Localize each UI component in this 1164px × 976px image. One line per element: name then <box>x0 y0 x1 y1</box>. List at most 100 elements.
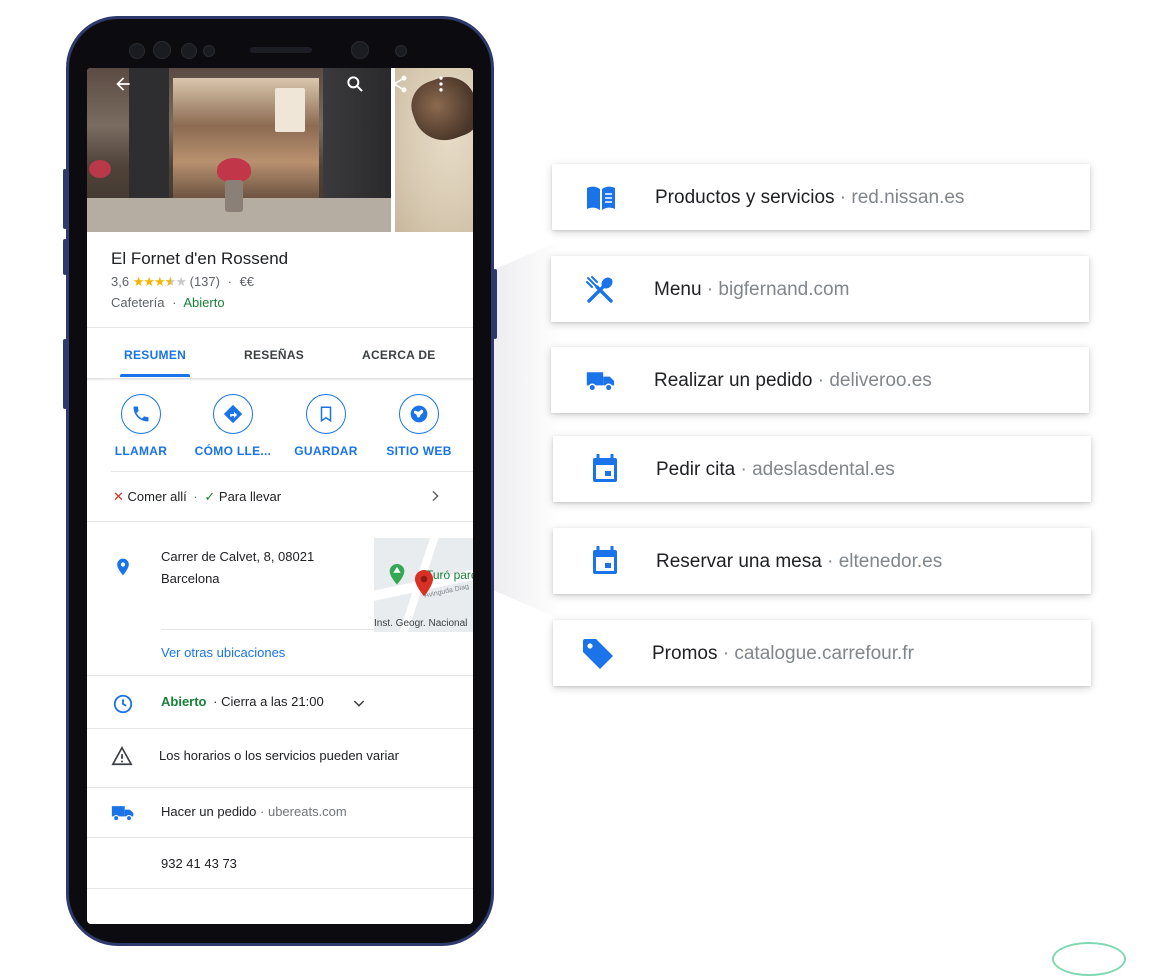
separator: · <box>172 295 177 310</box>
card-separator: · <box>839 187 847 208</box>
divider <box>87 787 473 788</box>
map-thumbnail[interactable]: Turó parc Avinguda Diag Inst. Geogr. Nac… <box>374 538 473 632</box>
back-arrow-icon[interactable] <box>113 74 133 98</box>
save-label: GUARDAR <box>294 444 358 458</box>
card-productos-servicios[interactable]: Productos y servicios · red.nissan.es <box>552 164 1090 230</box>
card-domain: bigfernand.com <box>718 279 850 300</box>
front-camera <box>351 41 369 59</box>
divider <box>87 521 473 522</box>
flower-pot <box>217 158 251 182</box>
tag-icon <box>581 637 613 669</box>
park-marker-icon <box>388 564 406 591</box>
power-button <box>493 269 497 339</box>
tab-resenas[interactable]: RESEÑAS <box>244 348 304 362</box>
card-title: Menu <box>654 279 702 300</box>
sensor-dot <box>181 43 197 59</box>
divider <box>161 629 374 630</box>
rating-row: 3,6 ★★★★ ★ ★ (137) · €€ <box>111 274 254 290</box>
directions-icon <box>213 394 253 434</box>
star-rating-icon: ★★★★ ★ ★ <box>132 274 187 289</box>
chevron-down-icon[interactable] <box>351 695 367 716</box>
website-label: SITIO WEB <box>386 444 452 458</box>
hours-row[interactable]: Abierto · Cierra a las 21:00 <box>161 694 324 709</box>
divider <box>87 728 473 729</box>
more-vert-icon[interactable] <box>431 74 451 98</box>
calendar-icon <box>591 545 617 574</box>
speaker-grille <box>250 47 312 53</box>
chevron-right-icon[interactable] <box>427 488 443 509</box>
card-title: Pedir cita <box>656 459 736 480</box>
card-domain: eltenedor.es <box>838 551 943 572</box>
address-line1[interactable]: Carrer de Calvet, 8, 08021 <box>161 549 314 564</box>
card-domain: red.nissan.es <box>851 187 965 208</box>
card-domain: catalogue.carrefour.fr <box>734 643 914 664</box>
directions-label: CÓMO LLE... <box>194 444 272 458</box>
directions-button[interactable]: CÓMO LLE... <box>188 394 278 458</box>
card-promos[interactable]: Promos · catalogue.carrefour.fr <box>553 620 1091 686</box>
card-domain: adeslasdental.es <box>752 459 895 480</box>
truck-icon <box>111 803 135 828</box>
card-label: Promos · catalogue.carrefour.fr <box>652 643 914 665</box>
sensor-dot <box>153 41 171 59</box>
other-locations-link[interactable]: Ver otras ubicaciones <box>161 645 285 660</box>
card-title: Promos <box>652 643 718 664</box>
pot <box>225 180 243 212</box>
bixby-button <box>63 339 67 409</box>
tab-resumen[interactable]: RESUMEN <box>124 348 186 362</box>
sensor-dot <box>395 45 407 57</box>
divider <box>87 888 473 889</box>
card-pedir-cita[interactable]: Pedir cita · adeslasdental.es <box>553 436 1091 502</box>
phone-mockup: El Fornet d'en Rossend 3,6 ★★★★ ★ ★ (137) … <box>63 16 497 946</box>
card-realizar-pedido[interactable]: Realizar un pedido · deliveroo.es <box>551 347 1089 413</box>
separator: · <box>193 489 198 504</box>
volume-button <box>63 169 67 229</box>
review-count[interactable]: (137) <box>190 274 220 289</box>
rating-value: 3,6 <box>111 274 130 289</box>
utensils-icon <box>585 275 613 303</box>
card-separator: · <box>722 643 730 664</box>
order-label: Hacer un pedido <box>161 804 257 819</box>
calendar-icon <box>591 453 617 482</box>
card-label: Reservar una mesa · eltenedor.es <box>656 551 942 573</box>
card-separator: · <box>706 279 714 300</box>
card-menu[interactable]: Menu · bigfernand.com <box>551 256 1089 322</box>
bookmark-icon <box>306 394 346 434</box>
share-icon[interactable] <box>389 74 409 98</box>
card-title: Realizar un pedido <box>654 370 813 391</box>
category-row: Cafetería · Abierto <box>111 295 225 310</box>
website-button[interactable]: SITIO WEB <box>374 394 464 458</box>
divider <box>87 675 473 676</box>
order-domain: · ubereats.com <box>260 804 347 819</box>
sensor-dot <box>203 45 215 57</box>
tab-acerca-de[interactable]: ACERCA DE <box>362 348 436 362</box>
divider <box>111 471 473 472</box>
place-category: Cafetería <box>111 295 165 310</box>
address-line2[interactable]: Barcelona <box>161 571 220 586</box>
card-title: Productos y servicios <box>655 187 835 208</box>
order-row[interactable]: Hacer un pedido · ubereats.com <box>161 804 347 819</box>
map-institute-label: Inst. Geogr. Nacional <box>374 618 468 629</box>
check-icon: ✓ <box>204 489 216 504</box>
hours-closing: · Cierra a las 21:00 <box>213 694 324 709</box>
price-level: €€ <box>239 274 255 289</box>
phone-top-bezel <box>69 19 491 67</box>
takeaway-option: Para llevar <box>218 489 282 504</box>
hours-status: Abierto <box>161 694 207 709</box>
call-label: LLAMAR <box>114 444 168 458</box>
call-button[interactable]: LLAMAR <box>96 394 186 458</box>
active-tab-indicator <box>120 374 190 377</box>
service-options-row[interactable]: ✕ Comer allí · ✓ Para llevar <box>113 489 281 505</box>
place-photo[interactable] <box>87 68 473 232</box>
save-button[interactable]: GUARDAR <box>281 394 371 458</box>
place-marker-icon <box>414 570 434 603</box>
search-icon[interactable] <box>345 74 365 98</box>
shop-sign <box>275 88 305 132</box>
phone-number[interactable]: 932 41 43 73 <box>161 856 237 871</box>
close-icon: ✕ <box>113 489 124 504</box>
place-tabs: RESUMEN RESEÑAS ACERCA DE <box>87 330 473 378</box>
card-separator: · <box>827 551 834 572</box>
card-domain: deliveroo.es <box>829 370 932 391</box>
globe-icon <box>399 394 439 434</box>
card-reservar-mesa[interactable]: Reservar una mesa · eltenedor.es <box>553 528 1091 594</box>
card-label: Productos y servicios · red.nissan.es <box>655 187 964 209</box>
